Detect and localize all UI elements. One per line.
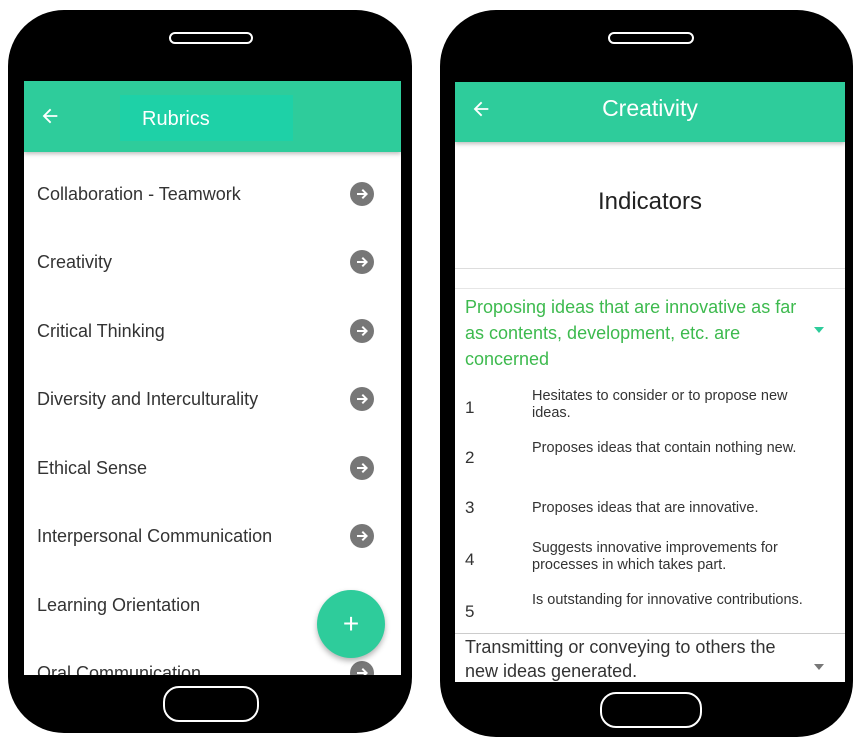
add-fab-button[interactable]: +	[317, 590, 385, 658]
level-text: Proposes ideas that are innovative.	[532, 500, 759, 516]
rubric-label: Interpersonal Communication	[37, 525, 273, 546]
header-title: Rubrics	[142, 108, 210, 130]
indicator-level-row: 2 Proposes ideas that contain nothing ne…	[455, 438, 845, 478]
rubric-item[interactable]: Ethical Sense	[24, 434, 401, 502]
level-number: 2	[465, 448, 475, 467]
caret-down-icon[interactable]	[813, 663, 825, 671]
indicator-collapsed[interactable]: Transmitting or conveying to others the …	[455, 635, 845, 682]
rubric-item[interactable]: Critical Thinking	[24, 297, 401, 365]
header-title: Creativity	[602, 95, 698, 121]
rubric-item[interactable]: Diversity and Interculturality	[24, 365, 401, 433]
level-text: Proposes ideas that contain nothing new.	[532, 440, 797, 456]
phone-frame-right: Creativity Indicators Proposing ideas th…	[440, 10, 853, 737]
rubric-label: Learning Orientation	[37, 594, 201, 615]
home-button[interactable]	[600, 692, 702, 728]
screen-creativity: Creativity Indicators Proposing ideas th…	[455, 82, 845, 682]
arrow-circle-right-icon[interactable]	[350, 319, 374, 343]
speaker-grille	[169, 32, 253, 44]
rubric-label: Collaboration - Teamwork	[37, 183, 241, 204]
plus-icon: +	[342, 608, 360, 639]
indicator-title: Proposing ideas that are innovative as f…	[465, 297, 797, 369]
rubric-label: Oral Communication	[37, 662, 202, 676]
arrow-circle-right-icon[interactable]	[350, 456, 374, 480]
rubric-item[interactable]: Interpersonal Communication	[24, 502, 401, 570]
screen-rubrics: Rubrics Collaboration - Teamwork Creativ…	[24, 81, 401, 675]
indicator-level-row: 5 Is outstanding for innovative contribu…	[455, 590, 845, 630]
indicator-level-row: 4 Suggests innovative improvements for p…	[455, 538, 845, 578]
arrow-circle-right-icon[interactable]	[350, 182, 374, 206]
indicator-level-row: 1 Hesitates to consider or to propose ne…	[455, 386, 845, 426]
home-button[interactable]	[163, 686, 259, 722]
arrow-circle-right-icon[interactable]	[350, 524, 374, 548]
level-number: 1	[465, 398, 475, 417]
rubric-label: Creativity	[37, 251, 113, 272]
speaker-grille	[608, 32, 694, 44]
phone-frame-left: Rubrics Collaboration - Teamwork Creativ…	[8, 10, 412, 733]
level-text: Is outstanding for innovative contributi…	[532, 592, 803, 608]
arrow-back-icon[interactable]	[39, 105, 61, 127]
rubric-label: Diversity and Interculturality	[37, 388, 259, 409]
level-text: Hesitates to consider or to propose new …	[532, 388, 788, 421]
indicator-title: Transmitting or conveying to others the …	[465, 637, 776, 681]
divider	[455, 268, 845, 269]
header-title-box: Rubrics	[120, 95, 293, 141]
caret-down-icon[interactable]	[813, 326, 825, 334]
section-title: Indicators	[597, 188, 703, 215]
arrow-circle-right-icon[interactable]	[350, 387, 374, 411]
app-bar: Rubrics	[24, 81, 401, 152]
arrow-circle-right-icon[interactable]	[350, 661, 374, 675]
level-number: 5	[465, 602, 475, 621]
level-number: 3	[465, 498, 475, 517]
rubric-label: Critical Thinking	[37, 320, 165, 341]
indicator-level-row: 3 Proposes ideas that are innovative.	[455, 496, 845, 520]
app-bar: Creativity	[455, 82, 845, 142]
indicator-expanded[interactable]: Proposing ideas that are innovative as f…	[455, 294, 845, 376]
divider	[455, 633, 845, 634]
level-number: 4	[465, 550, 475, 569]
rubric-label: Ethical Sense	[37, 457, 148, 478]
rubric-item[interactable]: Creativity	[24, 228, 401, 296]
level-text: Suggests innovative improvements for pro…	[532, 540, 778, 573]
arrow-circle-right-icon[interactable]	[350, 250, 374, 274]
rubric-item[interactable]: Collaboration - Teamwork	[24, 160, 401, 228]
divider	[455, 288, 845, 289]
